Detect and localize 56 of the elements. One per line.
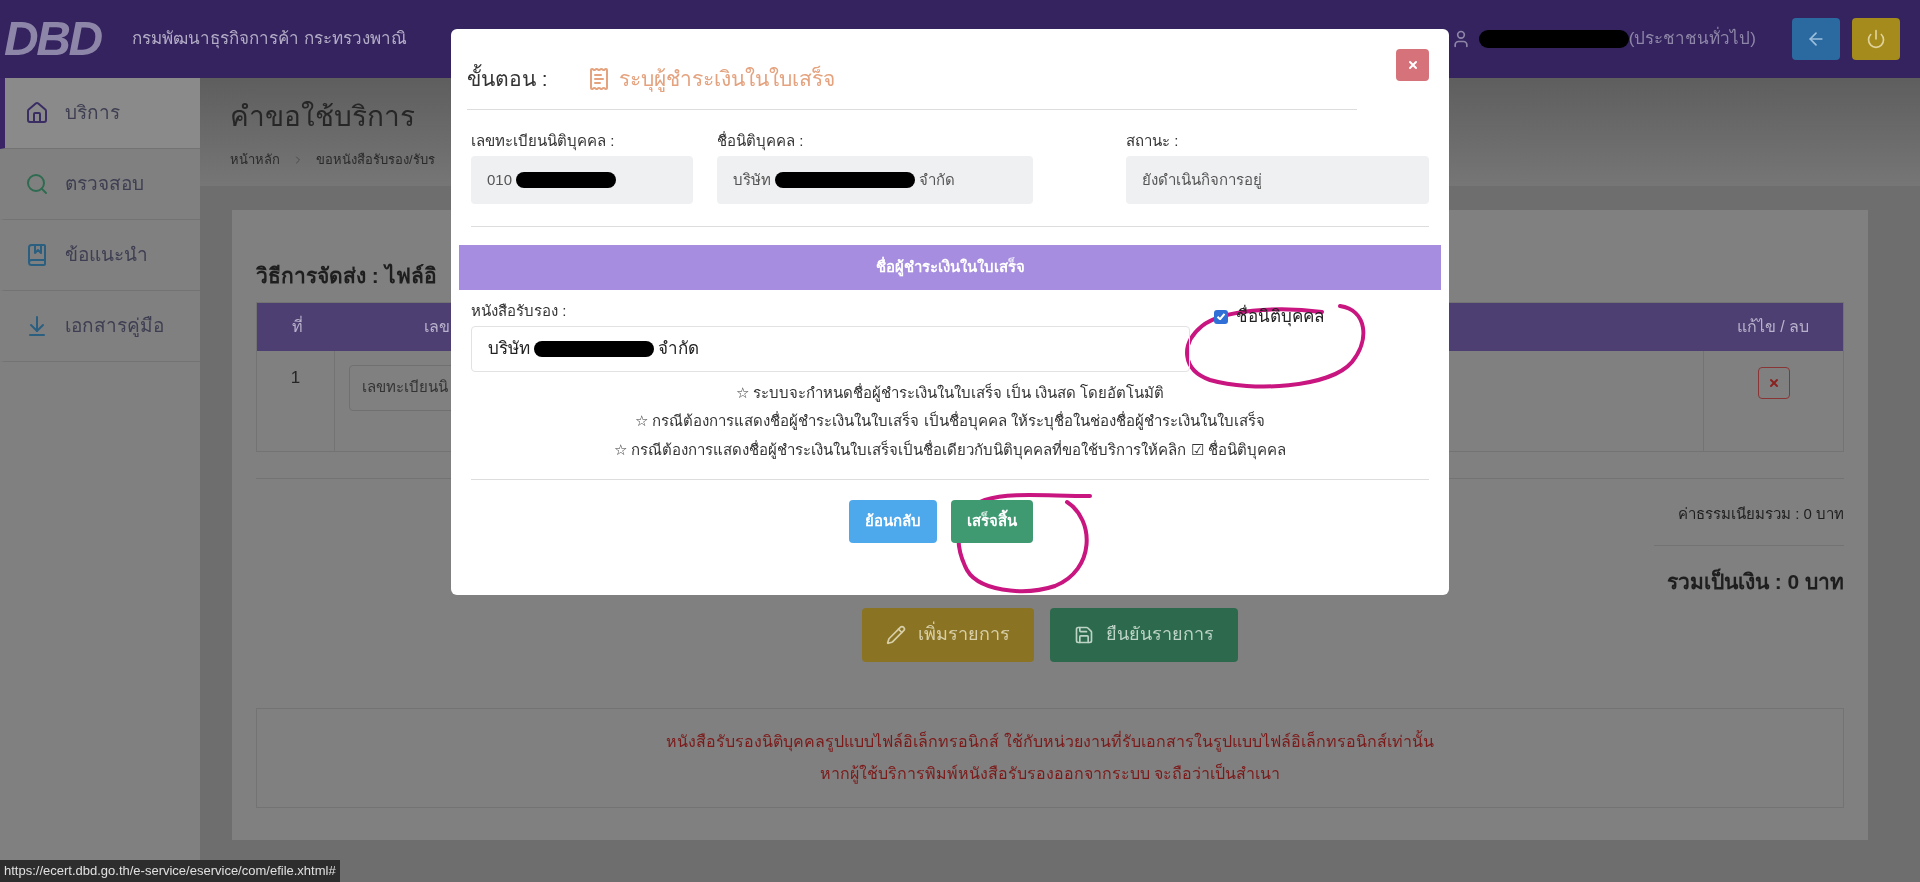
note-text: ☆ กรณีต้องการแสดงชื่อผู้ชำระเงินในใบเสร็จ เป็นชื่อบุคคล ให้ระบุชื่อในช่องชื่อผู้ชำระเงินในใบเสร็จ bbox=[635, 410, 1265, 433]
fee-text: ค่าธรรมเนียมรวม : 0 บาท bbox=[1678, 503, 1844, 524]
delete-button[interactable] bbox=[1757, 366, 1790, 399]
field-label: หนังสือรับรอง : bbox=[471, 301, 568, 321]
field-text: 010 bbox=[487, 169, 513, 190]
field-label: ชื่อนิติบุคคล : bbox=[717, 130, 805, 152]
note-text: ☆ กรณีต้องการแสดงชื่อผู้ชำระเงินในใบเสร็จเป็นชื่อเดียวกับนิติบุคคลที่ขอใช้บริการให้คลิก ☑ ชื่อนิติบุคคล bbox=[614, 439, 1286, 461]
close-icon bbox=[1406, 59, 1419, 71]
table-cell: 1 bbox=[257, 350, 335, 451]
column-header: ที่ bbox=[290, 315, 304, 337]
logo: DBD bbox=[4, 11, 103, 67]
sidebar-icon bbox=[25, 101, 49, 125]
field-text: บริษัท bbox=[488, 337, 530, 360]
step-title: ระบุผู้ชำระเงินในใบเสร็จ bbox=[619, 64, 835, 94]
sidebar-item[interactable]: ข้อแนะนำ bbox=[0, 220, 200, 291]
logout-button[interactable] bbox=[1852, 18, 1900, 60]
field-label: สถานะ : bbox=[1126, 130, 1180, 151]
back-button[interactable]: ย้อนกลับ bbox=[849, 500, 937, 543]
certificate-field[interactable]: บริษัท จำกัด bbox=[471, 325, 1190, 372]
field-label: เลขทะเบียนนิติบุคคล : bbox=[471, 130, 616, 152]
total-text: รวมเป็นเงิน : 0 บาท bbox=[1666, 567, 1844, 595]
notice-text: หนังสือรับรองนิติบุคคลรูปแบบไฟล์อิเล็กทรอนิกส์ ใช้กับหน่วยงานที่รับเอกสารในรูปแบบไฟล์อิเล็กทรอนิกส์เท่านั้น bbox=[666, 729, 1434, 754]
confirm-button[interactable]: ยืนยันรายการ bbox=[1050, 607, 1238, 662]
power-icon bbox=[1866, 29, 1886, 49]
add-item-button[interactable]: เพิ่มรายการ bbox=[862, 607, 1034, 662]
section-header: ชื่อผู้ชำระเงินในใบเสร็จ bbox=[459, 245, 1441, 290]
close-icon bbox=[1767, 376, 1780, 389]
back-button[interactable] bbox=[1792, 18, 1840, 60]
checkbox-label: ชื่อนิติบุคคล bbox=[1236, 304, 1324, 330]
step-label: ขั้นตอน : bbox=[467, 63, 587, 95]
finish-button[interactable]: เสร็จสิ้น bbox=[951, 500, 1033, 543]
status-bar: https://ecert.dbd.go.th/e-service/eservice/com/efile.xhtml# bbox=[0, 860, 340, 882]
column-header: แก้ไข / ลบ bbox=[1735, 316, 1811, 337]
sidebar-item[interactable]: บริการ bbox=[0, 78, 200, 149]
card-title: วิธีการจัดส่ง : ไฟล์อิ bbox=[256, 262, 437, 289]
field-text: จำกัด bbox=[919, 169, 955, 190]
field-text: จำกัด bbox=[658, 337, 699, 360]
checkbox[interactable] bbox=[1214, 309, 1228, 324]
org-name: กรมพัฒนาธุรกิจการค้า กระทรวงพาณิ bbox=[132, 28, 407, 51]
note-text: ☆ ระบบจะกำหนดชื่อผู้ชำระเงินในใบเสร็จ เป็น เงินสด โดยอัตโนมัติ bbox=[735, 382, 1165, 404]
sidebar-icon bbox=[25, 243, 49, 267]
sidebar-item[interactable]: เอกสารคู่มือ bbox=[0, 291, 200, 362]
sidebar-icon bbox=[25, 172, 49, 196]
save-icon bbox=[1074, 624, 1094, 645]
check-icon bbox=[1216, 313, 1226, 321]
notice-text: หากผู้ใช้บริการพิมพ์หนังสือรับรองออกจากระบบ จะถือว่าเป็นสำเนา bbox=[819, 762, 1281, 786]
column-header: เลข bbox=[423, 316, 451, 337]
receipt-icon bbox=[587, 66, 611, 91]
close-button[interactable] bbox=[1396, 49, 1429, 81]
user-role: (ประชาชนทั่วไป) bbox=[1628, 26, 1756, 52]
field-text: ยังดำเนินกิจการอยู่ bbox=[1142, 169, 1262, 191]
pencil-icon bbox=[886, 624, 906, 645]
breadcrumb-link[interactable]: ขอหนังสือรับรอง/รับร bbox=[316, 150, 435, 170]
page-title: คำขอใช้บริการ bbox=[230, 100, 416, 134]
breadcrumb-link[interactable]: หน้าหลัก bbox=[230, 150, 280, 170]
field-text: บริษัท bbox=[733, 169, 771, 190]
